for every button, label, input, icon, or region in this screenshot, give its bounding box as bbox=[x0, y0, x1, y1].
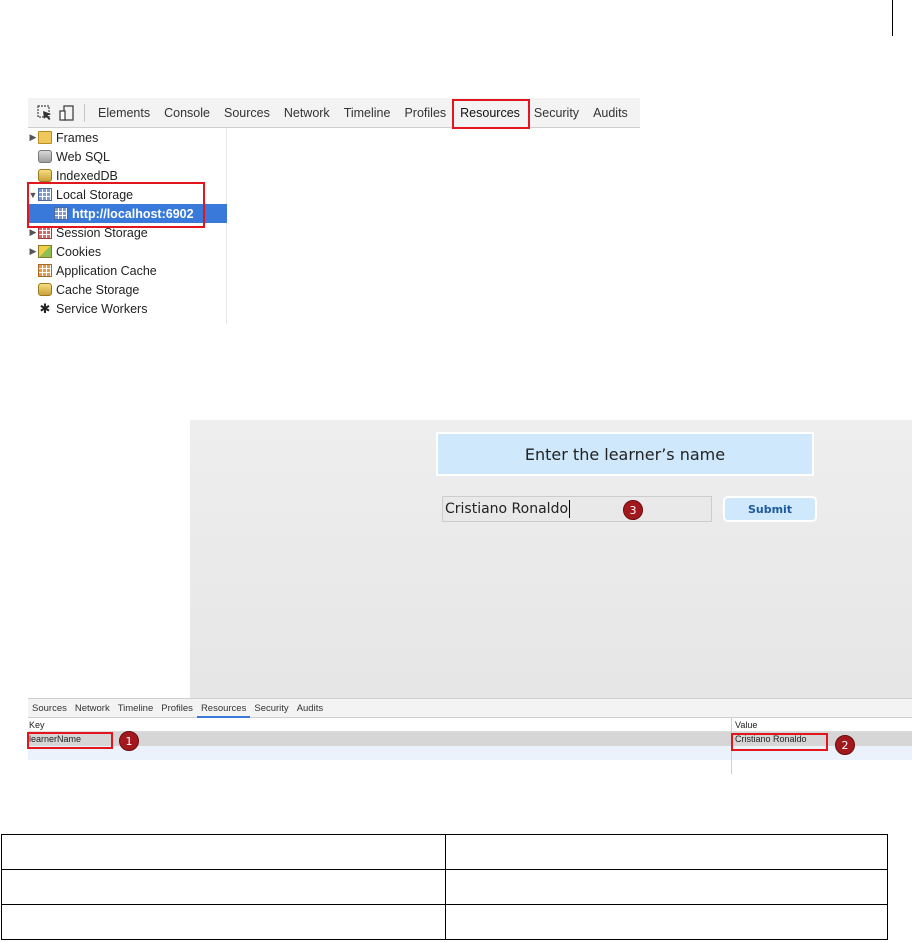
submit-button-label: Submit bbox=[747, 502, 793, 516]
tab-profiles[interactable]: Profiles bbox=[157, 699, 197, 718]
table-cell bbox=[1, 869, 446, 905]
tree-item-label: http://localhost:6902 bbox=[72, 206, 194, 221]
submit-button[interactable]: Submit bbox=[723, 496, 817, 522]
tab-profiles[interactable]: Profiles bbox=[397, 106, 453, 120]
text-caret bbox=[569, 500, 571, 518]
column-header-value[interactable]: Value bbox=[735, 718, 757, 732]
tree-item-indexeddb[interactable]: IndexedDB bbox=[28, 166, 227, 185]
table-cell bbox=[1, 834, 446, 870]
app-title: Enter the learner’s name bbox=[436, 432, 814, 476]
tree-item-service-workers[interactable]: ✱ Service Workers bbox=[28, 299, 227, 318]
tab-elements[interactable]: Elements bbox=[91, 106, 157, 120]
database-icon bbox=[38, 283, 52, 296]
expand-arrow-icon[interactable]: ▶ bbox=[28, 246, 38, 257]
tree-item-label: Cookies bbox=[56, 244, 102, 259]
local-storage-table: Key Value learnerName Cristiano Ronaldo bbox=[28, 718, 912, 774]
tab-audits[interactable]: Audits bbox=[586, 106, 635, 120]
tree-item-label: Frames bbox=[56, 130, 99, 145]
table-header: Key Value bbox=[28, 718, 912, 732]
tree-item-label: Web SQL bbox=[56, 149, 110, 164]
tab-security[interactable]: Security bbox=[250, 699, 292, 718]
column-divider bbox=[731, 718, 732, 774]
gear-icon: ✱ bbox=[39, 301, 51, 316]
tree-item-label: Service Workers bbox=[56, 301, 148, 316]
tab-timeline[interactable]: Timeline bbox=[337, 106, 398, 120]
table-row-empty[interactable] bbox=[28, 746, 912, 760]
devtools-toolbar: Elements Console Sources Network Timelin… bbox=[28, 98, 640, 128]
cookie-icon bbox=[38, 245, 52, 258]
tab-resources[interactable]: Resources bbox=[196, 699, 251, 718]
collapse-arrow-icon[interactable]: ▼ bbox=[28, 190, 38, 200]
app-title-text: Enter the learner’s name bbox=[524, 444, 726, 464]
column-header-key[interactable]: Key bbox=[29, 718, 45, 732]
expand-arrow-icon[interactable]: ▶ bbox=[28, 227, 38, 238]
document-table bbox=[1, 834, 888, 940]
devtools-bottom-toolbar: Sources Network Timeline Profiles Resour… bbox=[28, 698, 912, 718]
tab-audits[interactable]: Audits bbox=[293, 699, 327, 718]
tab-network[interactable]: Network bbox=[277, 106, 337, 120]
tree-item-localhost-origin[interactable]: http://localhost:6902 bbox=[28, 204, 227, 223]
tree-item-label: Cache Storage bbox=[56, 282, 140, 297]
learner-name-input[interactable]: Cristiano Ronaldo bbox=[442, 496, 712, 522]
table-cell bbox=[445, 869, 888, 905]
table-row bbox=[1, 904, 888, 940]
tree-item-local-storage[interactable]: ▼ Local Storage bbox=[28, 185, 227, 204]
tree-item-label: Application Cache bbox=[56, 263, 157, 278]
storage-grid-icon bbox=[38, 226, 52, 239]
table-cell bbox=[445, 834, 888, 870]
resources-tree: ▶ Frames Web SQL IndexedDB ▼ Local Stora… bbox=[28, 128, 227, 324]
inspect-cursor-icon[interactable] bbox=[36, 104, 54, 122]
learner-name-value: Cristiano Ronaldo bbox=[445, 501, 569, 517]
storage-grid-icon bbox=[54, 207, 68, 220]
folder-icon bbox=[38, 131, 52, 144]
tab-resources[interactable]: Resources bbox=[453, 106, 527, 120]
row-key[interactable]: learnerName bbox=[29, 732, 81, 746]
device-mode-icon[interactable] bbox=[58, 104, 76, 122]
tab-console[interactable]: Console bbox=[157, 106, 217, 120]
tab-timeline[interactable]: Timeline bbox=[114, 699, 158, 718]
tree-item-label: IndexedDB bbox=[56, 168, 118, 183]
database-icon bbox=[38, 150, 52, 163]
tab-sources[interactable]: Sources bbox=[28, 699, 71, 718]
row-value[interactable]: Cristiano Ronaldo bbox=[735, 732, 807, 746]
table-row bbox=[1, 834, 888, 870]
tree-item-label: Session Storage bbox=[56, 225, 148, 240]
storage-grid-icon bbox=[38, 264, 52, 277]
tree-item-cache-storage[interactable]: Cache Storage bbox=[28, 280, 227, 299]
tab-sources[interactable]: Sources bbox=[217, 106, 277, 120]
expand-arrow-icon[interactable]: ▶ bbox=[28, 132, 38, 143]
toolbar-separator bbox=[84, 103, 85, 122]
tree-item-label: Local Storage bbox=[56, 187, 134, 202]
table-cell bbox=[1, 904, 446, 940]
callout-1: 1 bbox=[119, 731, 139, 751]
tree-item-session-storage[interactable]: ▶ Session Storage bbox=[28, 223, 227, 242]
storage-grid-icon bbox=[38, 188, 52, 201]
tab-network[interactable]: Network bbox=[71, 699, 114, 718]
page-edge-marker bbox=[892, 0, 893, 36]
tab-security[interactable]: Security bbox=[527, 106, 586, 120]
tree-item-frames[interactable]: ▶ Frames bbox=[28, 128, 227, 147]
table-cell bbox=[445, 904, 888, 940]
table-row[interactable]: learnerName Cristiano Ronaldo bbox=[28, 732, 912, 746]
callout-3: 3 bbox=[623, 500, 643, 520]
app-preview: Enter the learner’s name Cristiano Ronal… bbox=[190, 420, 912, 698]
tree-item-cookies[interactable]: ▶ Cookies bbox=[28, 242, 227, 261]
tree-item-application-cache[interactable]: Application Cache bbox=[28, 261, 227, 280]
database-icon bbox=[38, 169, 52, 182]
table-row bbox=[1, 869, 888, 905]
tree-item-web-sql[interactable]: Web SQL bbox=[28, 147, 227, 166]
callout-2: 2 bbox=[835, 735, 855, 755]
